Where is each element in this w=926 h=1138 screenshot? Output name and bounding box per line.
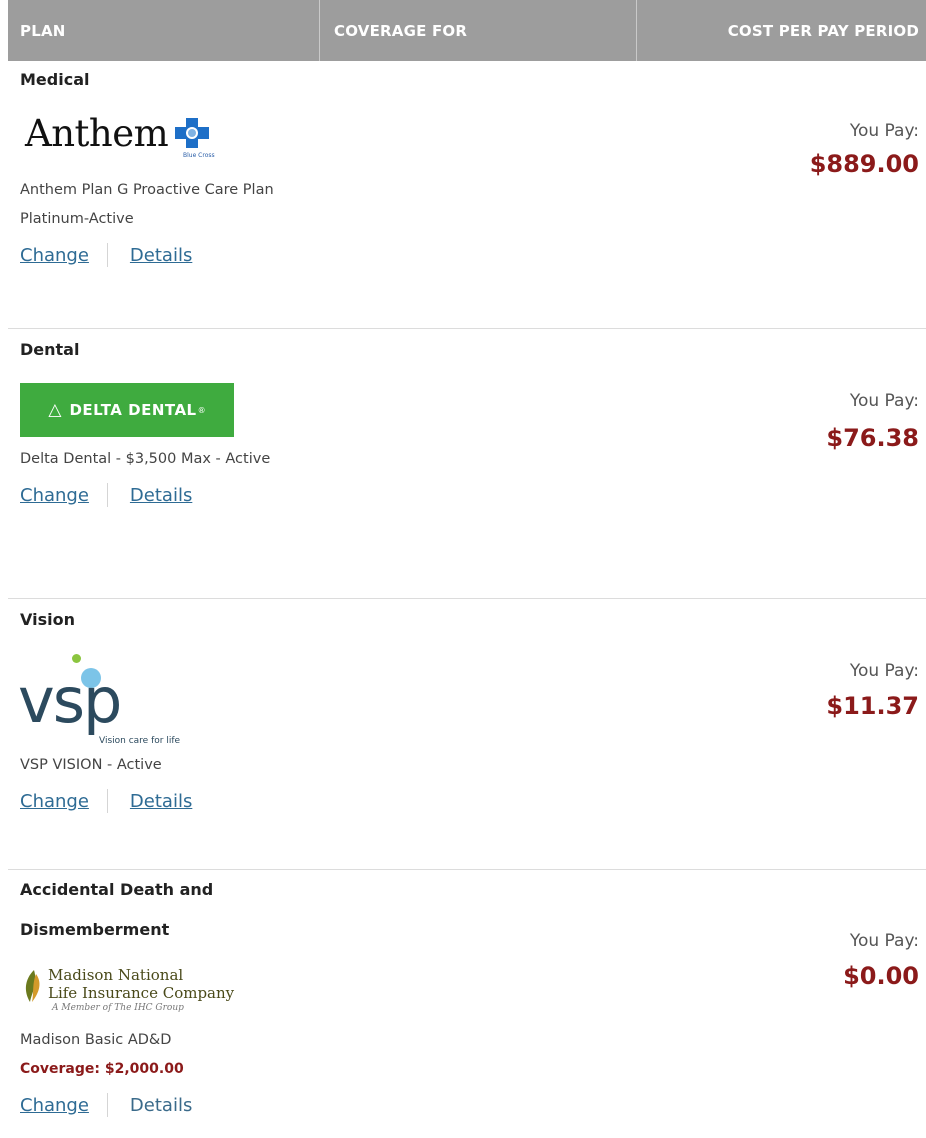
link-separator	[106, 1093, 108, 1117]
change-link-dental[interactable]: Change	[20, 485, 89, 506]
you-pay-label-vision: You Pay:	[849, 661, 919, 681]
anthem-cross-shield-icon	[175, 118, 209, 148]
madison-logo-line3: A Member of The IHC Group	[52, 1003, 184, 1013]
anthem-logo: Anthem Blue Cross	[25, 112, 225, 164]
change-link-medical[interactable]: Change	[20, 245, 89, 266]
vsp-logo-text: vsp	[18, 664, 122, 737]
plan-actions-medical: Change Details	[20, 243, 192, 267]
madison-national-logo: Madison National Life Insurance Company …	[22, 964, 262, 1014]
details-link-vision[interactable]: Details	[130, 791, 192, 812]
plan-description-dental: Delta Dental - $3,500 Max - Active	[20, 451, 271, 467]
delta-dental-logo-mark: ®	[197, 405, 206, 415]
vsp-green-dot-icon	[72, 654, 81, 663]
header-plan: PLAN	[8, 0, 320, 61]
plan-description-medical-line2: Platinum-Active	[20, 211, 134, 227]
cost-add: $0.00	[843, 962, 919, 990]
plan-description-medical-line1: Anthem Plan G Proactive Care Plan	[20, 182, 274, 198]
section-title-dental: Dental	[20, 340, 80, 359]
madison-logo-line2: Life Insurance Company	[48, 984, 235, 1002]
you-pay-label-medical: You Pay:	[849, 121, 919, 141]
plan-actions-add: Change Details	[20, 1093, 192, 1117]
section-title-add-line1: Accidental Death and	[20, 880, 214, 899]
delta-dental-logo-text: DELTA DENTAL	[69, 401, 197, 419]
link-separator	[106, 243, 108, 267]
anthem-logo-subtext: Blue Cross	[183, 152, 215, 159]
details-link-medical[interactable]: Details	[130, 245, 192, 266]
details-link-add[interactable]: Details	[130, 1095, 192, 1116]
vsp-logo: vsp Vision care for life	[18, 650, 220, 750]
details-link-dental[interactable]: Details	[130, 485, 192, 506]
cost-vision: $11.37	[826, 692, 919, 720]
section-title-add-line2: Dismemberment	[20, 920, 170, 939]
row-divider	[8, 328, 926, 329]
vsp-tagline: Vision care for life	[99, 736, 181, 746]
anthem-logo-text: Anthem	[25, 112, 169, 155]
plan-description-vision: VSP VISION - Active	[20, 757, 162, 773]
plan-actions-vision: Change Details	[20, 789, 192, 813]
header-cost-per-pay-period: COST PER PAY PERIOD	[727, 21, 919, 40]
plan-actions-dental: Change Details	[20, 483, 192, 507]
delta-dental-logo: △ DELTA DENTAL ®	[20, 383, 234, 437]
coverage-amount-add: Coverage: $2,000.00	[20, 1061, 184, 1077]
header-coverage-for: COVERAGE FOR	[320, 0, 637, 61]
link-separator	[106, 483, 108, 507]
cost-medical: $889.00	[809, 150, 919, 178]
you-pay-label-dental: You Pay:	[849, 391, 919, 411]
section-title-medical: Medical	[20, 70, 90, 89]
cost-dental: $76.38	[826, 424, 919, 452]
delta-triangle-icon: △	[48, 400, 62, 420]
madison-logo-line1: Madison National	[48, 966, 184, 984]
table-header: PLAN COVERAGE FOR COST PER PAY PERIOD	[8, 0, 926, 61]
change-link-add[interactable]: Change	[20, 1095, 89, 1116]
link-separator	[106, 789, 108, 813]
change-link-vision[interactable]: Change	[20, 791, 89, 812]
madison-leaf-icon	[25, 970, 40, 1002]
you-pay-label-add: You Pay:	[849, 931, 919, 951]
section-title-vision: Vision	[20, 610, 75, 629]
plan-description-add: Madison Basic AD&D	[20, 1032, 172, 1048]
row-divider	[8, 598, 926, 599]
row-divider	[8, 869, 926, 870]
